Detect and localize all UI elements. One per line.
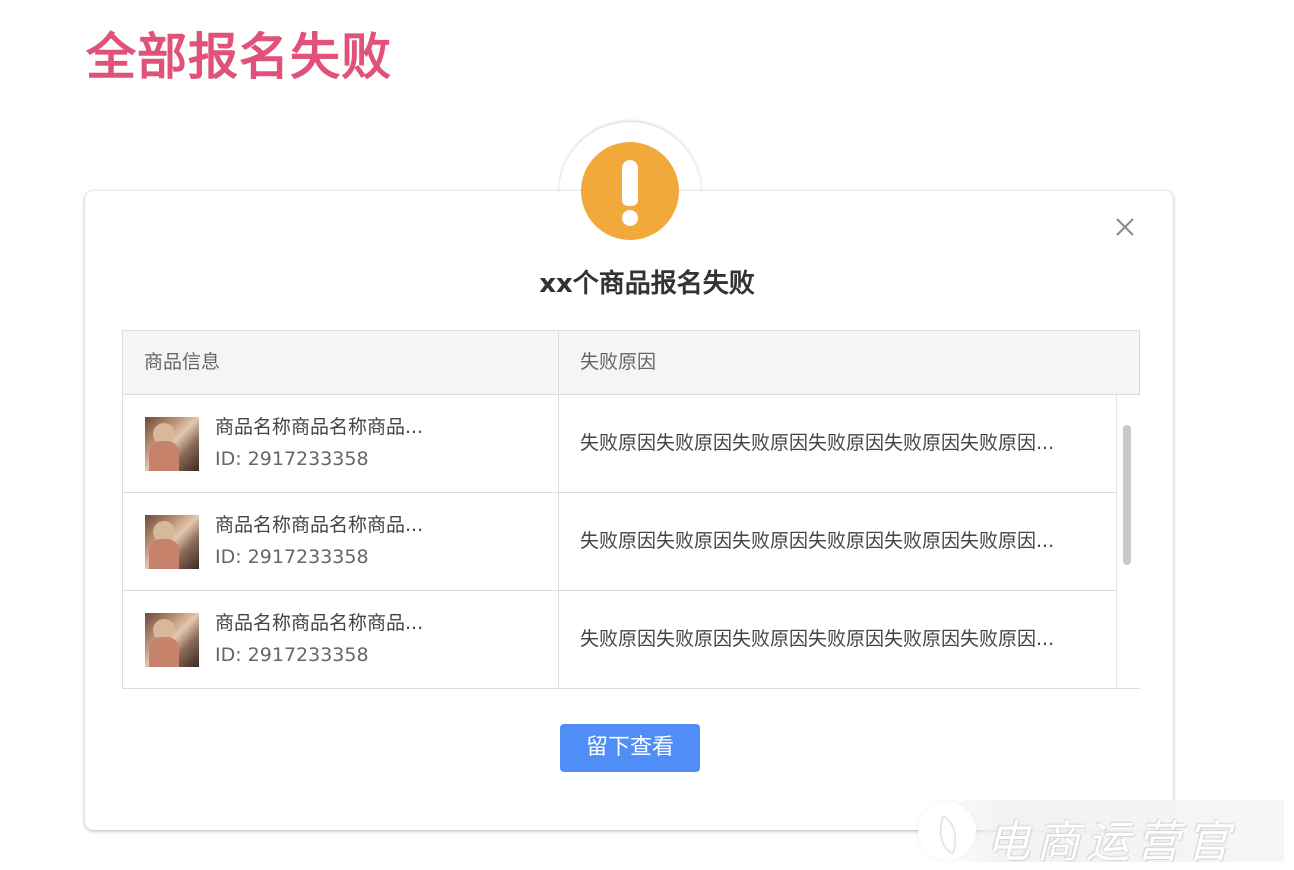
- dialog-title: xx个商品报名失败: [539, 269, 755, 299]
- product-thumbnail: [145, 613, 199, 667]
- failure-reason: 失败原因失败原因失败原因失败原因失败原因失败原因...: [580, 432, 1055, 454]
- product-name: 商品名称商品名称商品...: [215, 612, 424, 634]
- watermark-text: 电商运营官: [986, 817, 1236, 868]
- column-header-failure-reason: 失败原因: [580, 351, 657, 373]
- scrollbar-thumb[interactable]: [1123, 425, 1131, 565]
- table-row: 商品名称商品名称商品... ID: 2917233358 失败原因失败原因失败原…: [123, 591, 1116, 689]
- product-name: 商品名称商品名称商品...: [215, 416, 424, 438]
- watermark-logo: [918, 802, 976, 860]
- product-thumbnail: [145, 515, 199, 569]
- table-row: 商品名称商品名称商品... ID: 2917233358 失败原因失败原因失败原…: [123, 493, 1116, 591]
- failure-reason: 失败原因失败原因失败原因失败原因失败原因失败原因...: [580, 530, 1055, 552]
- product-name: 商品名称商品名称商品...: [215, 514, 424, 536]
- page-title: 全部报名失败: [86, 28, 392, 86]
- product-thumbnail: [145, 417, 199, 471]
- column-header-product-info: 商品信息: [144, 351, 221, 373]
- failure-table: 商品信息 失败原因 商品名称商品名称商品... ID: 2917233358 失…: [122, 330, 1140, 689]
- table-header: 商品信息 失败原因: [123, 331, 1139, 395]
- stay-and-view-button[interactable]: 留下查看: [560, 724, 700, 772]
- table-row: 商品名称商品名称商品... ID: 2917233358 失败原因失败原因失败原…: [123, 395, 1116, 493]
- product-id: ID: 2917233358: [215, 644, 369, 666]
- product-id: ID: 2917233358: [215, 448, 369, 470]
- watermark: 电商运营官: [918, 800, 1294, 868]
- close-icon[interactable]: [1113, 215, 1137, 239]
- exclamation-icon: [581, 142, 679, 240]
- table-scrollbar[interactable]: [1116, 395, 1140, 688]
- failure-reason: 失败原因失败原因失败原因失败原因失败原因失败原因...: [580, 628, 1055, 650]
- product-id: ID: 2917233358: [215, 546, 369, 568]
